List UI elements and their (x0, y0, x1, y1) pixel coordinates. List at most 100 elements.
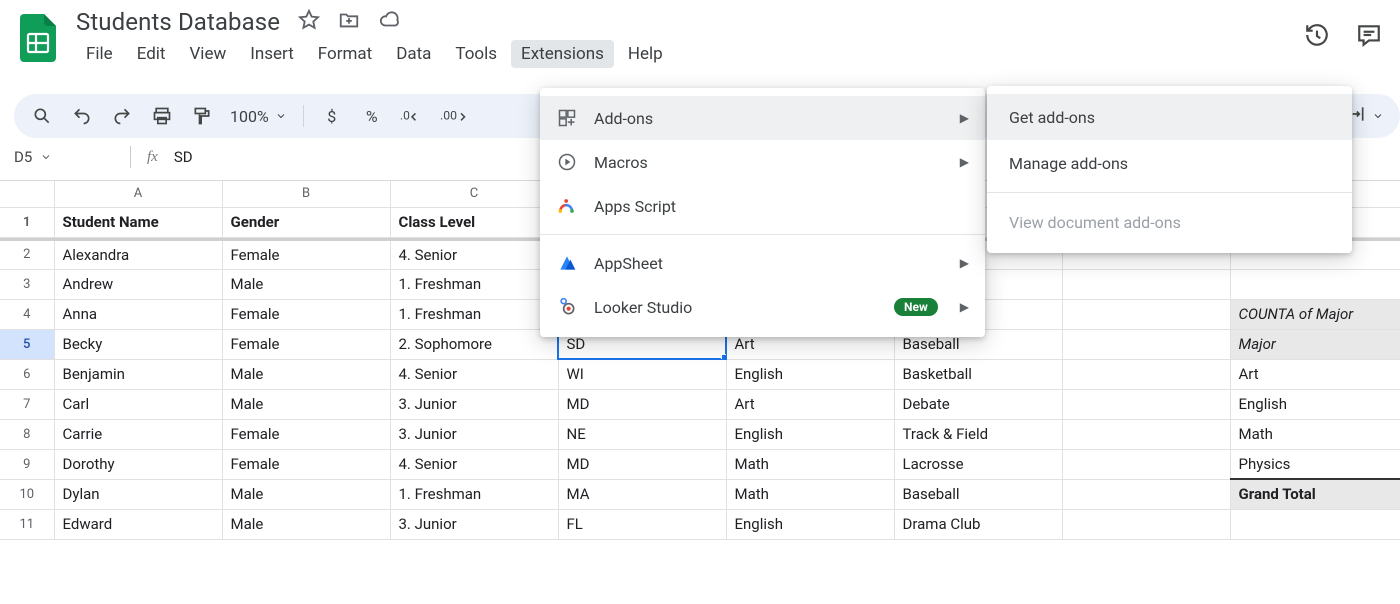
cell[interactable] (1062, 299, 1230, 329)
cell[interactable] (1062, 419, 1230, 449)
cell[interactable]: Art (1230, 359, 1400, 389)
cell[interactable]: Dylan (54, 479, 222, 509)
menu-edit[interactable]: Edit (127, 40, 176, 68)
row-header[interactable]: 4 (0, 299, 54, 329)
formula-bar[interactable]: SD (174, 148, 193, 166)
paint-format-icon[interactable] (190, 102, 214, 130)
cell[interactable]: Female (222, 239, 390, 269)
decrease-decimal-button[interactable]: .0 (400, 102, 424, 130)
cell[interactable]: 1. Freshman (390, 269, 558, 299)
undo-icon[interactable] (70, 102, 94, 130)
cell[interactable]: English (726, 509, 894, 539)
cell[interactable]: Male (222, 269, 390, 299)
cell[interactable]: Major (1230, 329, 1400, 359)
cell[interactable]: Math (1230, 419, 1400, 449)
cell[interactable]: Carrie (54, 419, 222, 449)
row-header[interactable]: 1 (0, 207, 54, 237)
menu-help[interactable]: Help (618, 40, 673, 68)
row-header[interactable]: 11 (0, 509, 54, 539)
star-icon[interactable] (298, 9, 320, 35)
cell[interactable]: Baseball (894, 479, 1062, 509)
cell[interactable]: COUNTA of Major (1230, 299, 1400, 329)
chevron-down-icon[interactable] (1372, 110, 1384, 122)
cell[interactable]: English (726, 359, 894, 389)
row-header[interactable]: 5 (0, 329, 54, 359)
cell[interactable]: Edward (54, 509, 222, 539)
cell[interactable]: English (1230, 389, 1400, 419)
menu-tools[interactable]: Tools (445, 40, 507, 68)
cell[interactable]: Male (222, 479, 390, 509)
cell[interactable]: 2. Sophomore (390, 329, 558, 359)
ext-menu-apps-script[interactable]: Apps Script (540, 184, 985, 228)
ext-menu-macros[interactable]: Macros▶ (540, 140, 985, 184)
row-header[interactable]: 10 (0, 479, 54, 509)
cell[interactable]: MD (558, 389, 726, 419)
cell[interactable]: 3. Junior (390, 509, 558, 539)
row-header[interactable]: 3 (0, 269, 54, 299)
select-all-corner[interactable] (0, 181, 54, 207)
cell[interactable]: Drama Club (894, 509, 1062, 539)
cell[interactable]: Becky (54, 329, 222, 359)
cell[interactable] (1062, 329, 1230, 359)
cell[interactable] (1062, 389, 1230, 419)
cell[interactable] (1062, 509, 1230, 539)
menu-extensions[interactable]: Extensions (511, 40, 614, 68)
cell[interactable]: Art (726, 389, 894, 419)
menu-file[interactable]: File (76, 40, 123, 68)
redo-icon[interactable] (110, 102, 134, 130)
name-box[interactable]: D5 (14, 148, 114, 166)
cell[interactable]: 3. Junior (390, 419, 558, 449)
document-title[interactable]: Students Database (76, 8, 280, 36)
row-header[interactable]: 9 (0, 449, 54, 479)
format-currency-button[interactable]: $ (320, 102, 344, 130)
menu-format[interactable]: Format (308, 40, 382, 68)
history-icon[interactable] (1304, 22, 1330, 52)
format-percent-button[interactable]: % (360, 102, 384, 130)
cell[interactable]: Carl (54, 389, 222, 419)
cell[interactable]: Andrew (54, 269, 222, 299)
cell[interactable]: Male (222, 389, 390, 419)
move-icon[interactable] (338, 9, 360, 35)
cell[interactable]: Dorothy (54, 449, 222, 479)
cell[interactable]: 4. Senior (390, 359, 558, 389)
cell[interactable]: Female (222, 299, 390, 329)
cell[interactable]: WI (558, 359, 726, 389)
ext-menu-add-ons[interactable]: Add-ons▶ (540, 96, 985, 140)
cell[interactable]: Male (222, 509, 390, 539)
comments-icon[interactable] (1356, 22, 1382, 52)
col-header-C[interactable]: C (390, 181, 558, 207)
cell[interactable]: Basketball (894, 359, 1062, 389)
cell[interactable]: 4. Senior (390, 239, 558, 269)
cell[interactable]: Track & Field (894, 419, 1062, 449)
cell[interactable]: Male (222, 359, 390, 389)
cell[interactable]: 3. Junior (390, 389, 558, 419)
col-header-B[interactable]: B (222, 181, 390, 207)
cell[interactable]: Physics (1230, 449, 1400, 479)
increase-decimal-button[interactable]: .00 (440, 102, 468, 130)
submenu-manage-add-ons[interactable]: Manage add-ons (987, 140, 1352, 186)
cell[interactable]: Debate (894, 389, 1062, 419)
ext-menu-looker-studio[interactable]: Looker StudioNew▶ (540, 285, 985, 329)
cell[interactable]: Student Name (54, 207, 222, 237)
cell[interactable] (1062, 269, 1230, 299)
search-icon[interactable] (30, 102, 54, 130)
menu-insert[interactable]: Insert (240, 40, 304, 68)
cell[interactable]: 4. Senior (390, 449, 558, 479)
row-header[interactable]: 6 (0, 359, 54, 389)
cell[interactable]: 1. Freshman (390, 479, 558, 509)
cell[interactable]: Female (222, 329, 390, 359)
menu-data[interactable]: Data (386, 40, 441, 68)
print-icon[interactable] (150, 102, 174, 130)
cell[interactable]: MA (558, 479, 726, 509)
cell[interactable]: Alexandra (54, 239, 222, 269)
cell[interactable]: 1. Freshman (390, 299, 558, 329)
cell[interactable]: Lacrosse (894, 449, 1062, 479)
ext-menu-appsheet[interactable]: AppSheet▶ (540, 241, 985, 285)
cell[interactable]: Anna (54, 299, 222, 329)
sheets-logo[interactable] (18, 12, 58, 64)
cell[interactable]: MD (558, 449, 726, 479)
cell[interactable]: Female (222, 419, 390, 449)
cell[interactable]: NE (558, 419, 726, 449)
submenu-get-add-ons[interactable]: Get add-ons (987, 94, 1352, 140)
cell[interactable] (1230, 509, 1400, 539)
